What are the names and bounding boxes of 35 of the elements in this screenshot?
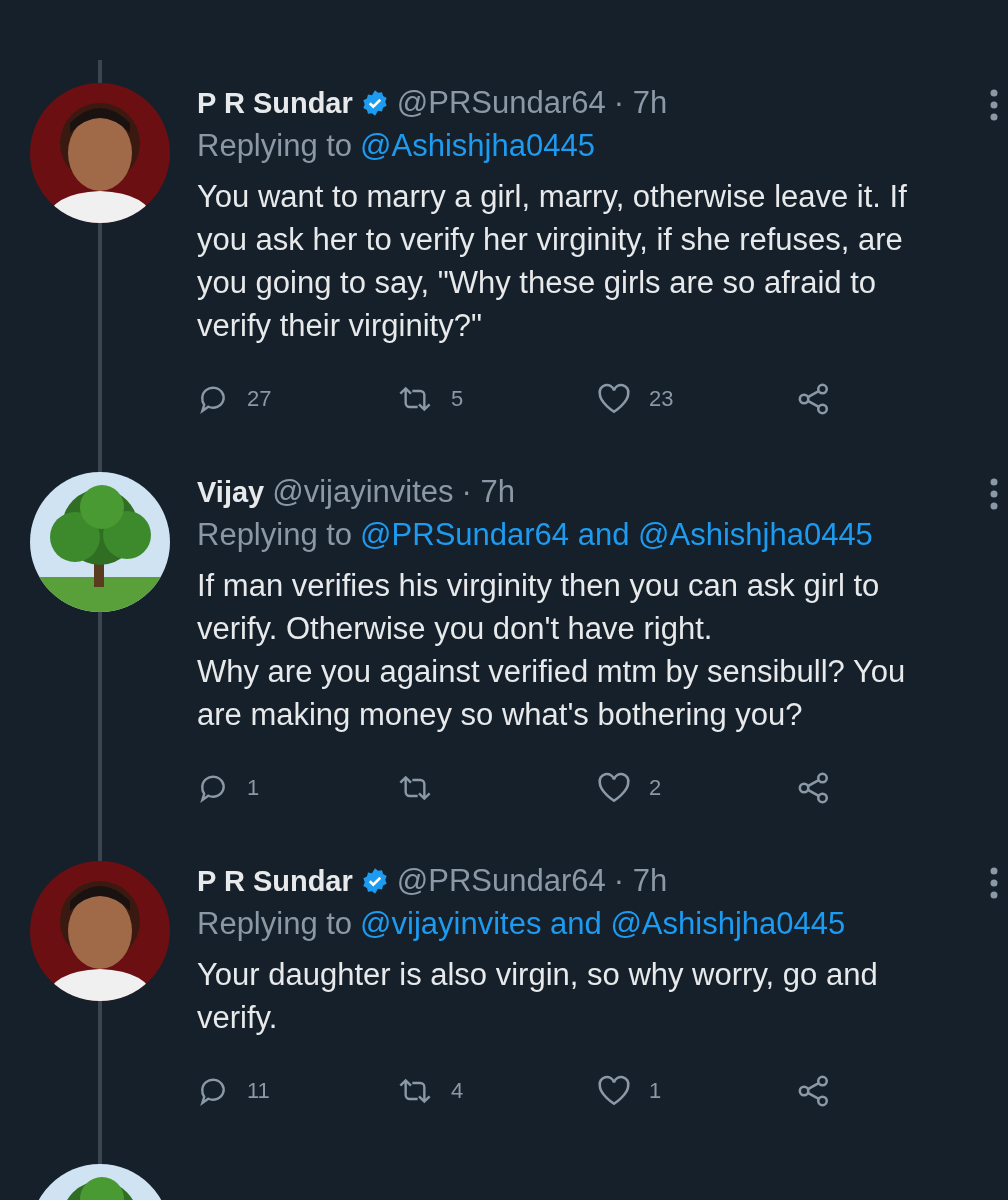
replying-label: Replying to: [197, 905, 353, 943]
like-count: 2: [649, 775, 662, 801]
like-count: 23: [649, 386, 674, 412]
reply-count: 27: [247, 386, 272, 412]
timestamp: · 7h: [613, 863, 668, 899]
reply-count: 11: [247, 1078, 270, 1104]
mention-link[interactable]: @vijayinvites and @Ashishjha0445: [360, 901, 846, 947]
author-handle[interactable]: @PRSundar64: [396, 863, 606, 899]
timestamp: · 7h: [613, 85, 668, 121]
retweet-count: 5: [451, 386, 464, 412]
reply-count: 1: [247, 775, 260, 801]
timestamp: · 7h: [461, 474, 515, 510]
heart-icon[interactable]: [597, 383, 631, 415]
tweet-text: You want to marry a girl, marry, otherwise leave it. If you ask her to verify her virginity, if she refuses, are you going to say, "Why these girls are so afraid to verify their virginity?": [197, 178, 908, 345]
author-name[interactable]: P R Sundar: [197, 864, 353, 898]
more-icon[interactable]: [989, 88, 999, 122]
mention-link[interactable]: @Ashishjha0445: [360, 123, 595, 169]
retweet-count: 4: [451, 1078, 464, 1104]
share-icon[interactable]: [797, 1074, 831, 1108]
author-handle[interactable]: @vijayinvites: [272, 474, 454, 510]
author-name[interactable]: Vijay: [197, 475, 265, 509]
share-icon[interactable]: [797, 382, 831, 416]
heart-icon[interactable]: [597, 772, 631, 804]
mention-link[interactable]: @PRSundar64 and @Ashishjha0445: [360, 512, 873, 558]
more-icon[interactable]: [989, 477, 999, 511]
share-icon[interactable]: [797, 771, 831, 805]
tweet-text: Your daughter is also virgin, so why worry, go and verify.: [197, 956, 879, 1037]
replying-label: Replying to: [197, 127, 353, 165]
author-handle[interactable]: @PRSundar64: [396, 85, 606, 121]
author-name[interactable]: P R Sundar: [197, 86, 353, 120]
more-icon[interactable]: [989, 866, 999, 900]
replying-label: Replying to: [197, 516, 353, 554]
tweet-text: If man verifies his virginity then you can ask girl to verify. Otherwise you don't have right. Why are you against verified mtm by sensibull? You are making money so what's bothering you?: [197, 567, 907, 734]
like-count: 1: [649, 1078, 662, 1104]
heart-icon[interactable]: [597, 1075, 631, 1107]
